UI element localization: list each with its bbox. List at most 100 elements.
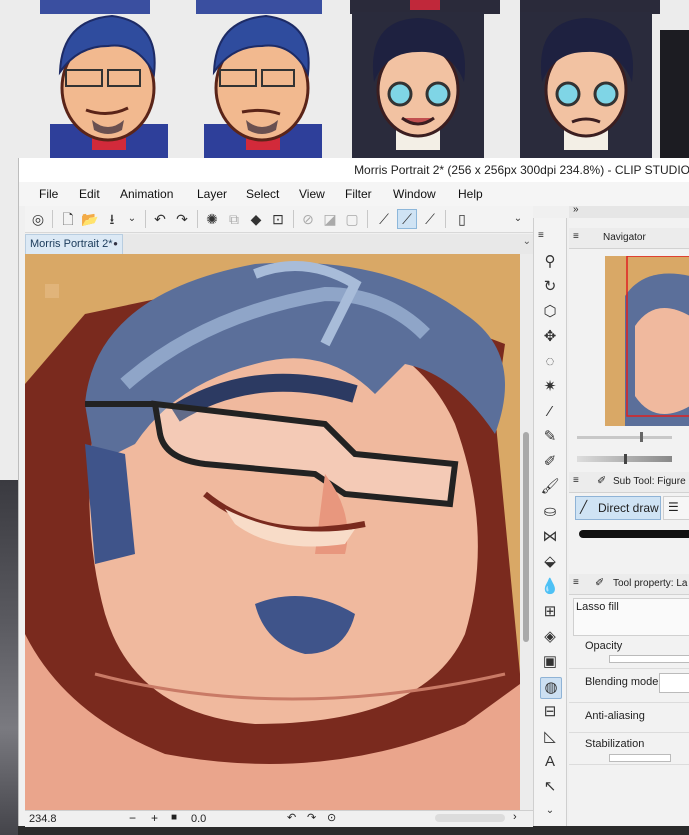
sub-tool-next-button[interactable]: ☰ [663,496,689,520]
zoom-level[interactable]: 234.8 [29,813,57,825]
menu-view[interactable]: View [299,187,325,201]
menu-filter[interactable]: Filter [345,187,372,201]
lasso-tool-icon[interactable]: ◌ [540,352,560,372]
sprite-edge [660,30,689,158]
smartphone-icon[interactable]: ▯ [453,210,471,228]
dock-header: » [569,204,689,218]
anti-aliasing-row[interactable]: Anti-aliasing [569,704,689,733]
object-tool-icon[interactable]: ⬡ [540,302,560,322]
menu-select[interactable]: Select [246,187,279,201]
blending-mode-label: Blending mode [585,676,659,688]
save-icon[interactable]: ⭳ [103,210,121,228]
direct-draw-label: Direct draw [598,501,659,515]
save-dropdown-icon[interactable]: ⌄ [123,210,141,228]
scrollbar-thumb[interactable] [523,432,529,642]
transform-icon[interactable]: ⊡ [269,210,287,228]
opacity-slider[interactable] [609,655,689,663]
stabilization-row[interactable]: Stabilization [569,734,689,765]
drawing-canvas[interactable] [25,254,520,810]
snap-grid-icon[interactable]: ⟋ [421,210,439,228]
tool-property-panel-header[interactable]: ≡ ✐ Tool property: La [569,574,689,595]
loading-spinner-icon[interactable]: ✺ [203,210,221,228]
reset-rotation-icon[interactable]: ⊙ [327,811,336,824]
clip-studio-logo-icon[interactable]: ◎ [29,210,47,228]
command-bar-dropdown-icon[interactable]: ⌄ [509,210,527,228]
sprite-morris-smirk [204,14,322,158]
eyedropper-tool-icon[interactable]: ⁄ [540,402,560,422]
zoom-slider-icon[interactable]: ■ [171,812,177,823]
mesh-tool-icon[interactable]: ⊞ [540,602,560,622]
frame-tool-icon[interactable]: ⊟ [540,702,560,722]
panel-menu-icon[interactable]: ≡ [573,577,579,588]
eraser-tool-icon[interactable]: ⬙ [540,552,560,572]
horizontal-scrollbar[interactable] [435,814,505,822]
menu-window[interactable]: Window [393,187,436,201]
zoom-in-icon[interactable]: + [151,811,158,825]
blending-mode-row[interactable]: Blending mode [569,670,689,703]
blending-mode-select[interactable] [659,673,689,693]
decoration-tool-icon[interactable]: ⋈ [540,527,560,547]
open-folder-icon[interactable]: 📂 [81,210,99,228]
snap-ruler-icon[interactable]: ⟋ [375,210,393,228]
pencil-tool-icon[interactable]: ✐ [540,452,560,472]
blend-tool-icon[interactable]: 💧 [540,577,560,597]
title-bar[interactable]: Morris Portrait 2* (256 x 256px 300dpi 2… [19,158,689,182]
copy-icon[interactable]: ⧉ [225,210,243,228]
figure-tool-icon[interactable]: ◍ [540,677,562,699]
gradient-tool-icon[interactable]: ▣ [540,652,560,672]
move-tool-icon[interactable]: ✥ [540,327,560,347]
rotation-angle[interactable]: 0.0 [191,813,206,825]
tab-menu-chevron-icon[interactable]: ⌄ [523,236,531,247]
correct-line-tool-icon[interactable]: ↖ [540,777,560,797]
fill-tool-icon[interactable]: ◈ [540,627,560,647]
opacity-row[interactable]: Opacity [569,636,689,669]
snap-special-ruler-icon[interactable]: ⟋ [397,209,417,229]
menu-file[interactable]: File [39,187,58,201]
sprite-glasses-boy-frown [520,12,652,158]
brush-tool-icon[interactable]: 🖌 [540,477,560,497]
text-tool-icon[interactable]: A [540,752,560,772]
panel-menu-icon[interactable]: ≡ [573,475,579,486]
toolbar-separator [197,210,198,228]
rotate-right-icon[interactable]: ↷ [307,811,316,824]
rotate-left-icon[interactable]: ↶ [287,811,296,824]
menu-help[interactable]: Help [458,187,483,201]
sprite-morris-smile [50,14,168,158]
redo-icon[interactable]: ↷ [173,210,191,228]
palette-menu-icon[interactable]: ≡ [538,230,544,241]
menu-layer[interactable]: Layer [197,187,227,201]
new-file-icon[interactable]: 🗋 [59,210,77,228]
magic-wand-tool-icon[interactable]: ✷ [540,377,560,397]
palette-more-chevron-icon[interactable]: ⌄ [540,801,560,821]
fill-icon[interactable]: ◆ [247,210,265,228]
navigator-preview[interactable] [605,256,689,426]
direct-draw-button[interactable]: ╱ Direct draw [575,496,661,520]
menu-animation[interactable]: Animation [120,187,173,201]
scroll-right-icon[interactable]: › [513,811,517,823]
tab-modified-dot-icon[interactable]: ● [113,239,118,248]
canvas-vertical-scrollbar[interactable] [520,254,533,810]
deselect-icon[interactable]: ⊘ [299,210,317,228]
menu-edit[interactable]: Edit [79,187,100,201]
zoom-out-icon[interactable]: − [129,811,136,825]
rotate-tool-icon[interactable]: ↻ [540,277,560,297]
invert-selection-icon[interactable]: ◪ [321,210,339,228]
undo-icon[interactable]: ↶ [151,210,169,228]
airbrush-tool-icon[interactable]: ⛀ [540,502,560,522]
tool-property-icon: ✐ [595,577,605,589]
sub-tool-panel-header[interactable]: ≡ ✐ Sub Tool: Figure [569,472,689,493]
zoom-tool-icon[interactable]: ⚲ [540,252,560,272]
navigator-zoom-slider[interactable] [577,432,682,442]
clip-studio-window: Morris Portrait 2* (256 x 256px 300dpi 2… [18,158,689,827]
navigator-rotate-slider[interactable] [577,454,682,464]
pen-tool-icon[interactable]: ✎ [540,427,560,447]
stabilization-label: Stabilization [585,738,645,750]
tab-morris-portrait[interactable]: Morris Portrait 2* ● [25,234,123,256]
ruler-tool-icon[interactable]: ◺ [540,727,560,747]
dock-collapse-icon[interactable]: » [573,204,579,215]
selection-border-icon[interactable]: ▢ [343,210,361,228]
stabilization-slider[interactable] [609,754,671,762]
panel-menu-icon[interactable]: ≡ [573,231,579,242]
brush-stroke-preview [579,530,689,538]
navigator-panel-header[interactable]: ≡ Navigator [569,228,689,249]
